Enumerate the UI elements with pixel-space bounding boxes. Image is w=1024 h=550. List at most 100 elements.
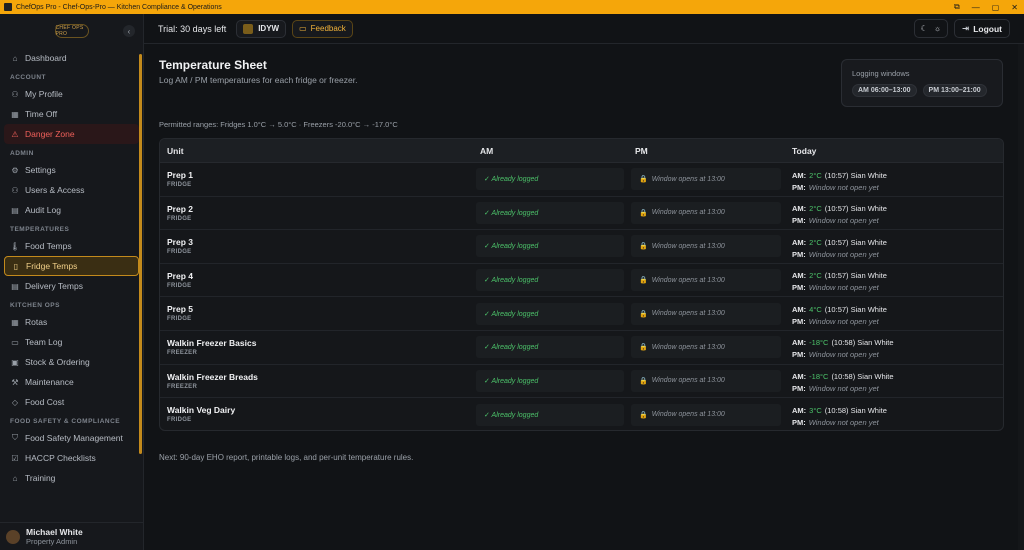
am-logged-badge[interactable]: ✓ Already logged (476, 235, 624, 258)
am-logged-badge[interactable]: ✓ Already logged (476, 302, 624, 325)
sidebar-item-maintenance[interactable]: ⚒ Maintenance (4, 372, 139, 392)
am-cell: ✓ Already logged (473, 264, 628, 297)
sidebar-item-team-log[interactable]: ▭ Team Log (4, 332, 139, 352)
warning-icon: ⚠ (11, 129, 19, 139)
pm-locked-badge: 🔒 Window opens at 13:00 (631, 235, 781, 258)
unit-type: FRIDGE (167, 215, 192, 222)
am-temp: -18°C (809, 372, 829, 382)
footer-note: Next: 90-day EHO report, printable logs,… (159, 453, 414, 462)
lock-icon: 🔒 (639, 243, 648, 251)
pm-cell: 🔒 Window opens at 13:00 (628, 297, 785, 330)
sidebar-item-my-profile[interactable]: ⚇ My Profile (4, 84, 139, 104)
unit-cell: Prep 5 FRIDGE (160, 297, 473, 330)
temperature-table: Unit AM PM Today Prep 1 FRIDGE ✓ Already… (159, 138, 1004, 431)
org-logo-icon (243, 23, 254, 34)
today-pm: PM: Window not open yet (792, 384, 879, 394)
unit-cell: Prep 1 FRIDGE (160, 163, 473, 196)
am-logged-by: Sian White (850, 170, 887, 180)
window-controls: ⧉ — ▢ ✕ (954, 0, 1018, 14)
sidebar-item-users-access[interactable]: ⚇ Users & Access (4, 180, 139, 200)
pm-locked-badge: 🔒 Window opens at 13:00 (631, 302, 781, 325)
sidebar-scrollbar[interactable] (139, 54, 142, 454)
am-temp: 2°C (809, 237, 822, 247)
am-cell: ✓ Already logged (473, 331, 628, 364)
today-pm: PM: Window not open yet (792, 350, 879, 360)
today-pm: PM: Window not open yet (792, 216, 879, 226)
pm-locked-badge: 🔒 Window opens at 13:00 (631, 201, 781, 224)
today-am: AM: 2°C (10:57) Sian White (792, 204, 887, 214)
thermometer-icon: 🌡 (10, 241, 21, 251)
close-icon[interactable]: ✕ (1011, 3, 1018, 12)
table-header: Unit AM PM Today (160, 139, 1003, 163)
user-role: Property Admin (26, 537, 78, 546)
lock-icon: 🔒 (639, 344, 648, 352)
sidebar-item-haccp-checklists[interactable]: ☑ HACCP Checklists (4, 448, 139, 468)
am-cell: ✓ Already logged (473, 365, 628, 398)
sidebar-item-training[interactable]: ⌂ Training (4, 468, 139, 488)
today-pm: PM: Window not open yet (792, 283, 879, 293)
today-cell: AM: 2°C (10:57) Sian White PM: Window not o… (785, 163, 1003, 196)
home-icon: ⌂ (12, 53, 18, 63)
avatar (6, 529, 20, 544)
sidebar-item-audit-log[interactable]: ▤ Audit Log (4, 200, 139, 220)
chat-icon: ▭ (299, 24, 307, 33)
pm-window-chip: PM 13:00–21:00 (922, 84, 987, 97)
maximize-icon[interactable]: ▢ (992, 3, 1000, 12)
logout-button[interactable]: ⇥ Logout (954, 19, 1010, 38)
lock-icon: 🔒 (639, 411, 648, 419)
users-icon: ⚇ (11, 185, 19, 195)
checkbox-icon: ☑ (11, 453, 19, 463)
sidebar-item-danger-zone[interactable]: ⚠ Danger Zone (4, 124, 139, 144)
user-profile[interactable]: Michael White Property Admin (0, 522, 143, 550)
lock-icon: 🔒 (639, 209, 648, 217)
gear-icon: ⚙ (11, 165, 19, 175)
today-pm: PM: Window not open yet (792, 182, 879, 192)
sidebar-item-delivery-temps[interactable]: ▤ Delivery Temps (4, 276, 139, 296)
am-logged-badge[interactable]: ✓ Already logged (476, 269, 624, 292)
today-am: AM: 2°C (10:57) Sian White (792, 237, 887, 247)
feedback-button[interactable]: ▭ Feedback (292, 19, 353, 38)
org-switcher[interactable]: IDYW (236, 19, 287, 38)
sidebar-item-food-cost[interactable]: ◇ Food Cost (4, 392, 139, 412)
am-logged-badge[interactable]: ✓ Already logged (476, 201, 624, 224)
am-logged-by: Sian White (850, 304, 887, 314)
sidebar-item-rotas[interactable]: ▦ Rotas (4, 312, 139, 332)
lock-icon: 🔒 (639, 310, 648, 318)
wrench-icon: ⚒ (11, 377, 19, 387)
theme-toggle[interactable]: ☾ ☼ (913, 19, 949, 38)
col-pm: PM (635, 145, 648, 156)
logging-windows-card: Logging windows AM 06:00–13:00 PM 13:00–… (841, 59, 1003, 107)
sidebar-item-stock-ordering[interactable]: ▣ Stock & Ordering (4, 352, 139, 372)
minimize-icon[interactable]: — (972, 3, 980, 12)
table-body: Prep 1 FRIDGE ✓ Already logged 🔒 Window o… (160, 163, 1003, 430)
sun-icon[interactable]: ☼ (934, 24, 941, 33)
sidebar-item-fridge-temps[interactable]: ▯ Fridge Temps (4, 256, 139, 276)
today-cell: AM: -18°C (10:58) Sian White PM: Window not… (785, 331, 1003, 364)
today-am: AM: 4°C (10:57) Sian White (792, 304, 887, 314)
sidebar-item-settings[interactable]: ⚙ Settings (4, 160, 139, 180)
extension-icon[interactable]: ⧉ (954, 2, 960, 12)
am-temp: 2°C (809, 170, 822, 180)
main-scrollbar[interactable] (1018, 44, 1024, 550)
col-today: Today (792, 145, 817, 156)
pm-cell: 🔒 Window opens at 13:00 (628, 197, 785, 230)
sidebar-item-dashboard[interactable]: ⌂ Dashboard (4, 48, 139, 68)
pm-locked-badge: 🔒 Window opens at 13:00 (631, 269, 781, 292)
brand-logo[interactable]: CHEF OPS PRO (54, 24, 89, 38)
app-icon (4, 3, 12, 11)
sidebar-item-time-off[interactable]: ▦ Time Off (4, 104, 139, 124)
sidebar-item-food-temps[interactable]: 🌡 Food Temps (4, 236, 139, 256)
am-time: (10:58) (824, 405, 849, 415)
calendar-icon: ▦ (11, 109, 19, 119)
logout-icon: ⇥ (962, 23, 970, 33)
am-temp: 3°C (809, 405, 822, 415)
table-row: Walkin Freezer Breads FREEZER ✓ Already … (160, 365, 1003, 399)
am-logged-badge[interactable]: ✓ Already logged (476, 168, 624, 191)
moon-icon[interactable]: ☾ (921, 24, 928, 33)
sidebar-nav: ⌂ Dashboard ACCOUNT ⚇ My Profile ▦ Time Off… (0, 48, 143, 488)
am-logged-badge[interactable]: ✓ Already logged (476, 403, 624, 426)
sidebar-item-food-safety-management[interactable]: ⛉ Food Safety Management (4, 428, 139, 448)
collapse-sidebar-button[interactable]: ‹ (123, 25, 135, 37)
am-logged-badge[interactable]: ✓ Already logged (476, 369, 624, 392)
am-logged-badge[interactable]: ✓ Already logged (476, 336, 624, 359)
